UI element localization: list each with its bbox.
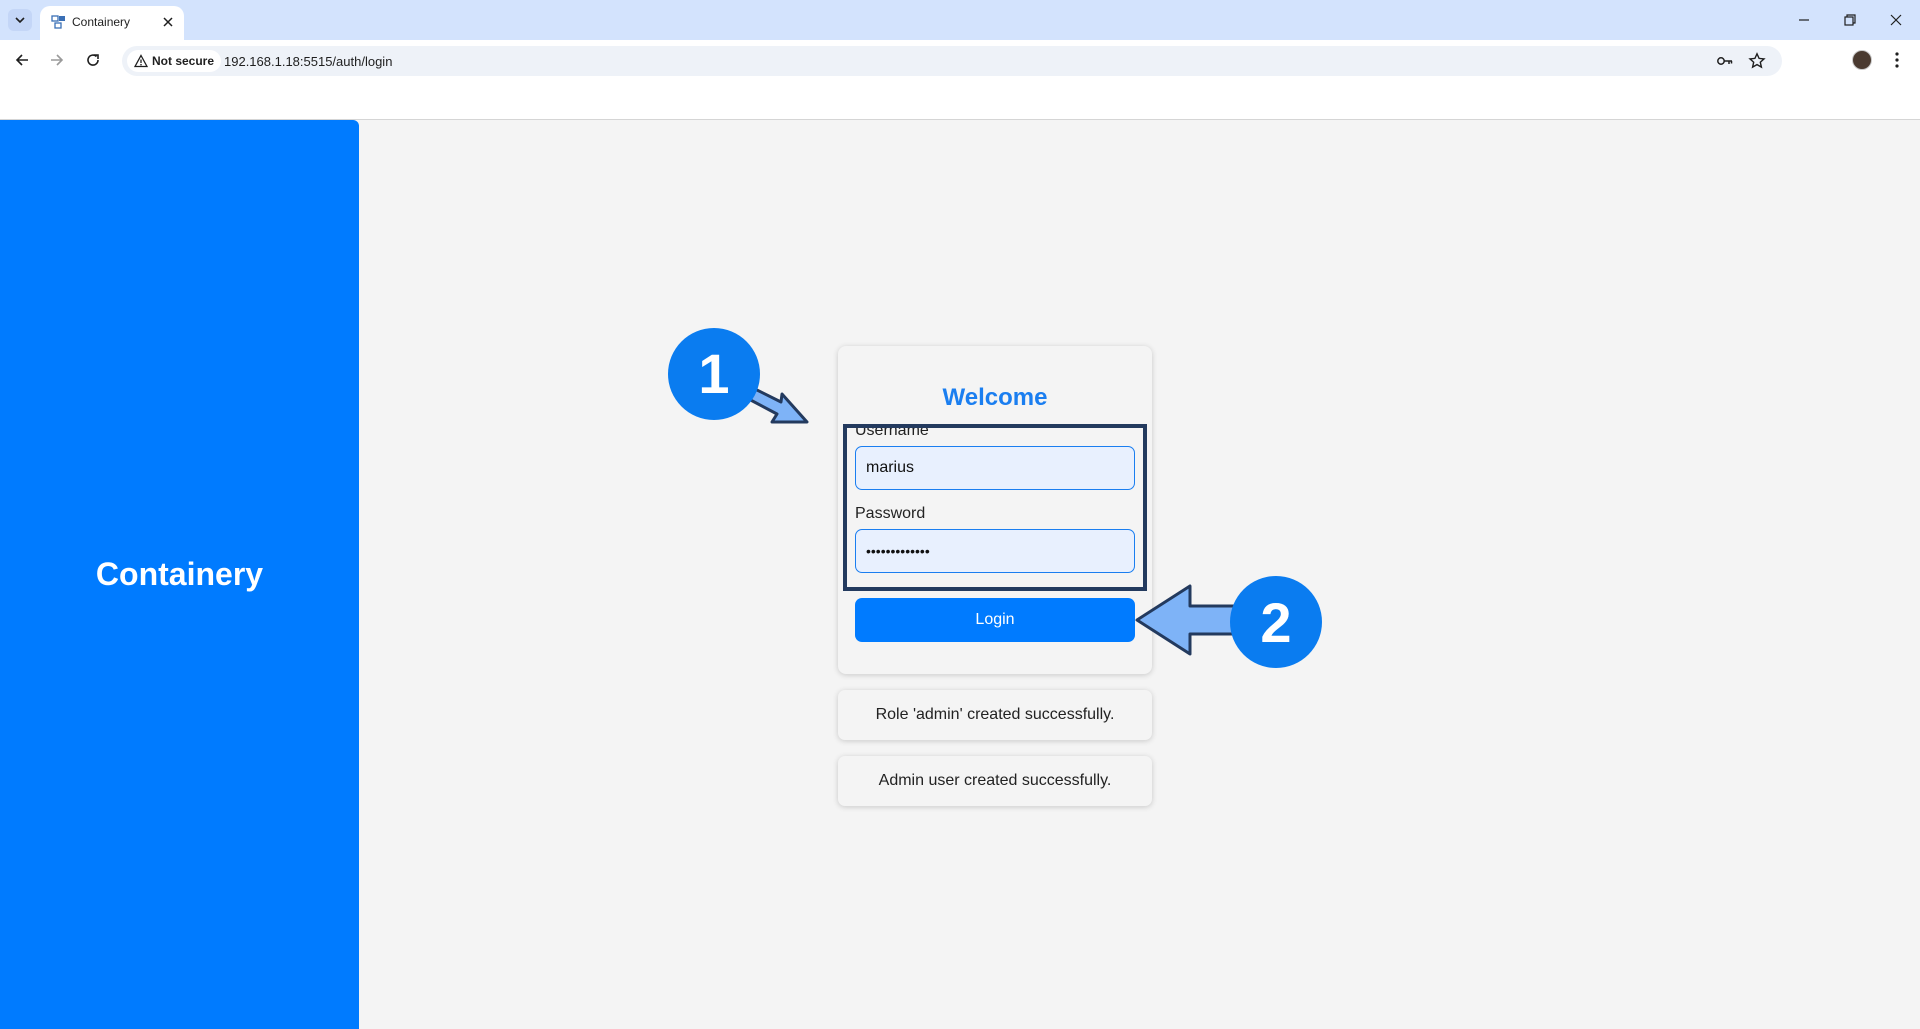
- brand-title: Containery: [95, 556, 264, 592]
- profile-avatar[interactable]: [1852, 50, 1872, 70]
- close-tab-icon[interactable]: [160, 14, 176, 30]
- security-chip[interactable]: Not secure: [127, 50, 221, 72]
- toast-message: Admin user created successfully.: [838, 756, 1152, 806]
- warning-icon: [134, 54, 148, 68]
- restore-icon[interactable]: [1840, 10, 1860, 30]
- security-label: Not secure: [152, 54, 215, 68]
- close-window-icon[interactable]: [1886, 10, 1906, 30]
- chevron-down-icon: [15, 17, 25, 24]
- address-bar[interactable]: Not secure 192.168.1.18:5515/auth/login: [122, 46, 1782, 76]
- browser-tab[interactable]: Containery: [40, 6, 184, 40]
- tab-strip: Containery: [0, 0, 1920, 40]
- tab-title: Containery: [72, 15, 131, 29]
- step-2-number: 2: [1260, 591, 1291, 654]
- welcome-heading: Welcome: [942, 384, 1048, 411]
- back-icon[interactable]: [12, 50, 32, 70]
- containery-favicon-icon: [51, 15, 65, 29]
- sidebar: Containery: [0, 120, 359, 1029]
- url-text[interactable]: 192.168.1.18:5515/auth/login: [224, 54, 392, 69]
- login-button[interactable]: Login: [855, 598, 1135, 642]
- browser-toolbar: Not secure 192.168.1.18:5515/auth/login: [0, 40, 1920, 80]
- reload-icon[interactable]: [83, 50, 103, 70]
- toast-message: Role 'admin' created successfully.: [838, 690, 1152, 740]
- step-2-annotation: 2: [1135, 576, 1322, 668]
- tab-search-button[interactable]: [8, 9, 32, 31]
- more-menu-icon[interactable]: [1889, 50, 1905, 70]
- step-1-number: 1: [698, 342, 729, 405]
- step-1-annotation: 1: [668, 328, 809, 424]
- forward-icon[interactable]: [47, 50, 67, 70]
- highlight-box: [843, 424, 1147, 591]
- step-2-arrow: [1135, 584, 1239, 656]
- bookmark-star-icon[interactable]: [1748, 52, 1766, 70]
- minimize-icon[interactable]: [1794, 10, 1814, 30]
- password-key-icon[interactable]: [1716, 52, 1734, 70]
- bookmark-bar: [0, 80, 1920, 120]
